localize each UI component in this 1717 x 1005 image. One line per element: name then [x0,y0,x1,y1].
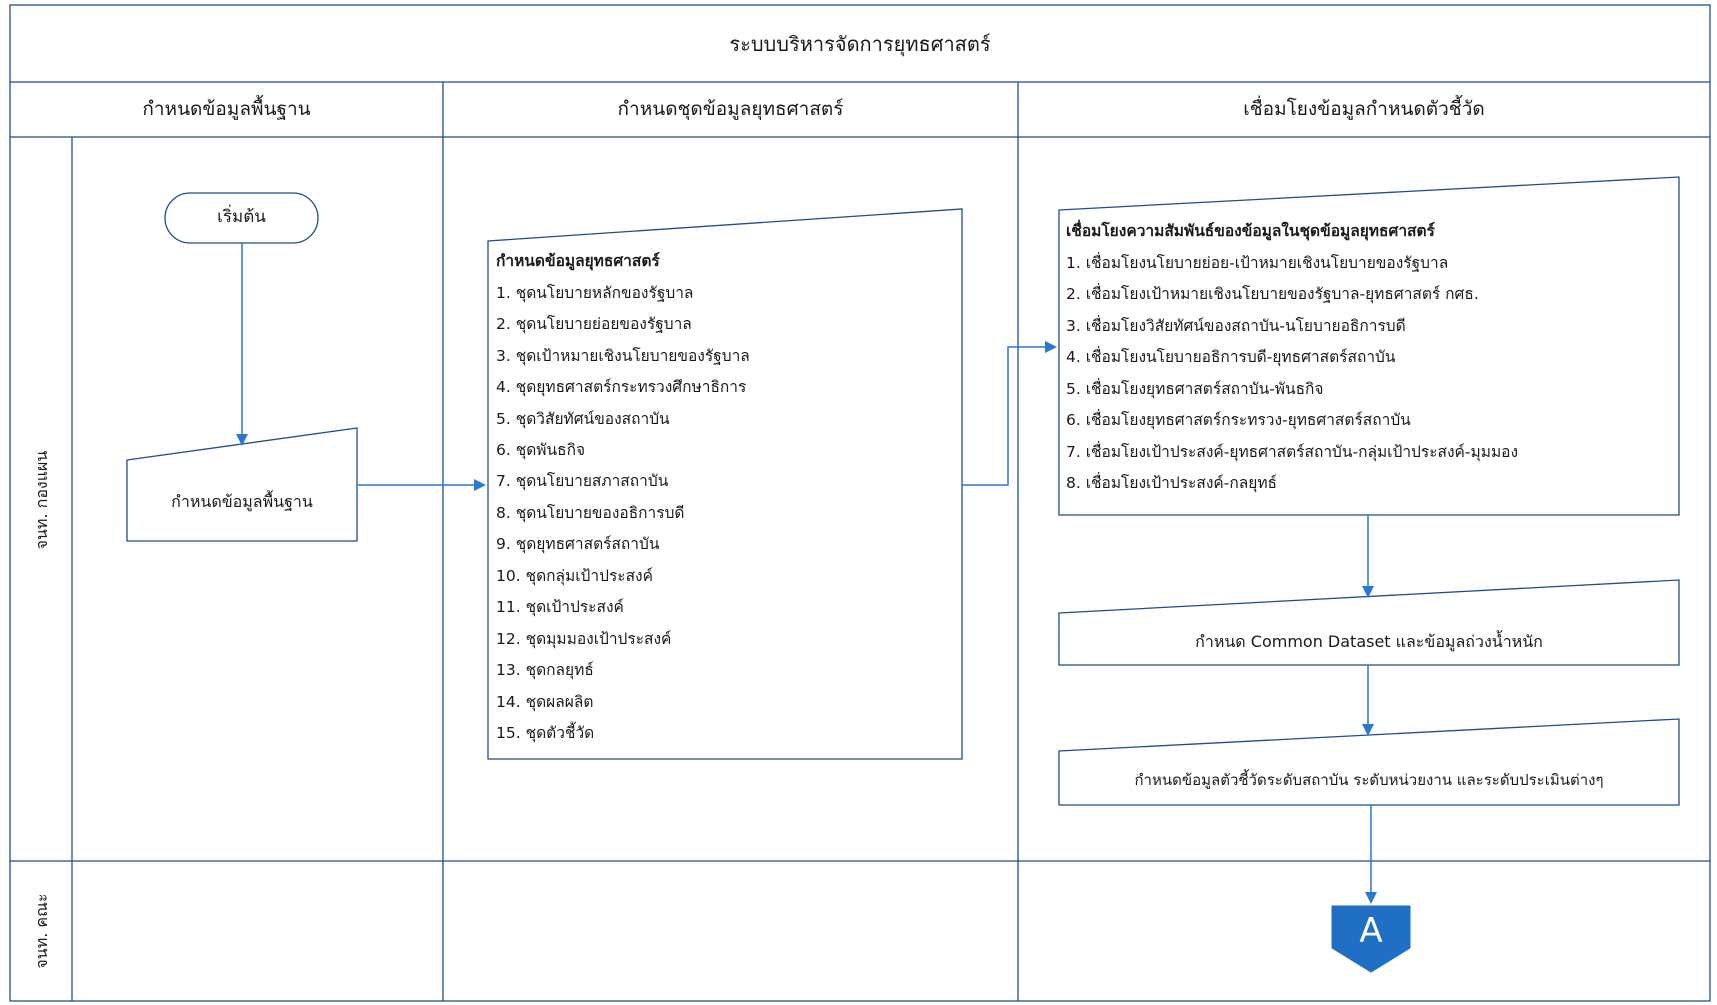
column-header-basic-data: กำหนดข้อมูลพื้นฐาน [142,98,311,120]
connector-a-label: A [1359,911,1383,951]
strategy-set-item: 6. ชุดพันธกิจ [496,441,586,459]
common-dataset-shape [1058,579,1680,666]
diagram-title: ระบบบริหารจัดการยุทธศาสตร์ [729,32,991,56]
strategy-set-item: 13. ชุดกลยุทธ์ [496,661,594,679]
relations-heading: เชื่อมโยงความสัมพันธ์ของข้อมูลในชุดข้อมู… [1066,222,1435,240]
basic-data-label: กำหนดข้อมูลพื้นฐาน [171,492,313,511]
strategy-set-item: 15. ชุดตัวชี้วัด [496,724,595,742]
strategy-set-item: 7. ชุดนโยบายสภาสถาบัน [496,472,669,490]
strategy-set-item: 12. ชุดมุมมองเป้าประสงค์ [496,630,672,648]
column-header-strategy-sets: กำหนดชุดข้อมูลยุทธศาสตร์ [617,98,844,120]
relation-item: 3. เชื่อมโยงวิสัยทัศน์ของสถาบัน-นโยบายอธ… [1066,317,1406,335]
strategy-set-item: 11. ชุดเป้าประสงค์ [496,598,624,616]
strategy-set-item: 2. ชุดนโยบายย่อยของรัฐบาล [496,315,692,333]
common-dataset-label: กำหนด Common Dataset และข้อมูลถ่วงน้ำหนั… [1195,632,1543,651]
indicator-shape [1058,718,1680,806]
strategy-set-item: 5. ชุดวิสัยทัศน์ของสถาบัน [496,410,670,428]
strategy-set-item: 14. ชุดผลผลิต [496,693,594,711]
strategy-set-item: 3. ชุดเป้าหมายเชิงนโยบายของรัฐบาล [496,347,750,365]
relation-item: 6. เชื่อมโยงยุทธศาสตร์กระทรวง-ยุทธศาสตร์… [1066,411,1411,429]
arrow-sets-to-relations [962,341,1057,486]
relation-item: 4. เชื่อมโยงนโยบายอธิการบดี-ยุทธศาสตร์สถ… [1066,348,1396,366]
strategy-set-item: 10. ชุดกลุ่มเป้าประสงค์ [496,567,653,585]
start-label: เริ่มต้น [217,207,266,227]
column-header-indicator-linking: เชื่อมโยงข้อมูลกำหนดตัวชี้วัด [1243,98,1485,120]
strategy-set-item: 4. ชุดยุทธศาสตร์กระทรวงศึกษาธิการ [496,378,747,396]
indicator-label: กำหนดข้อมูลตัวชี้วัดระดับสถาบัน ระดับหน่… [1134,771,1604,789]
strategy-set-item: 1. ชุดนโยบายหลักของรัฐบาล [496,284,694,302]
relation-item: 8. เชื่อมโยงเป้าประสงค์-กลยุทธ์ [1066,474,1277,492]
strategy-set-item: 8. ชุดนโยบายของอธิการบดี [496,504,685,522]
strategy-set-item: 9. ชุดยุทธศาสตร์สถาบัน [496,535,660,553]
lane-label-faculty-staff: จนท. คณะ [32,893,51,969]
relation-item: 5. เชื่อมโยงยุทธศาสตร์สถาบัน-พันธกิจ [1066,380,1324,398]
relation-item: 7. เชื่อมโยงเป้าประสงค์-ยุทธศาสตร์สถาบัน… [1066,443,1519,461]
lane-label-planning-staff: จนท. กองแผน [32,450,51,550]
relation-item: 1. เชื่อมโยงนโยบายย่อย-เป้าหมายเชิงนโยบา… [1066,254,1449,272]
relation-item: 2. เชื่อมโยงเป้าหมายเชิงนโยบายของรัฐบาล-… [1066,285,1479,303]
basic-data-shape [126,427,358,542]
strategy-sets-heading: กำหนดข้อมูลยุทธศาสตร์ [496,252,660,270]
